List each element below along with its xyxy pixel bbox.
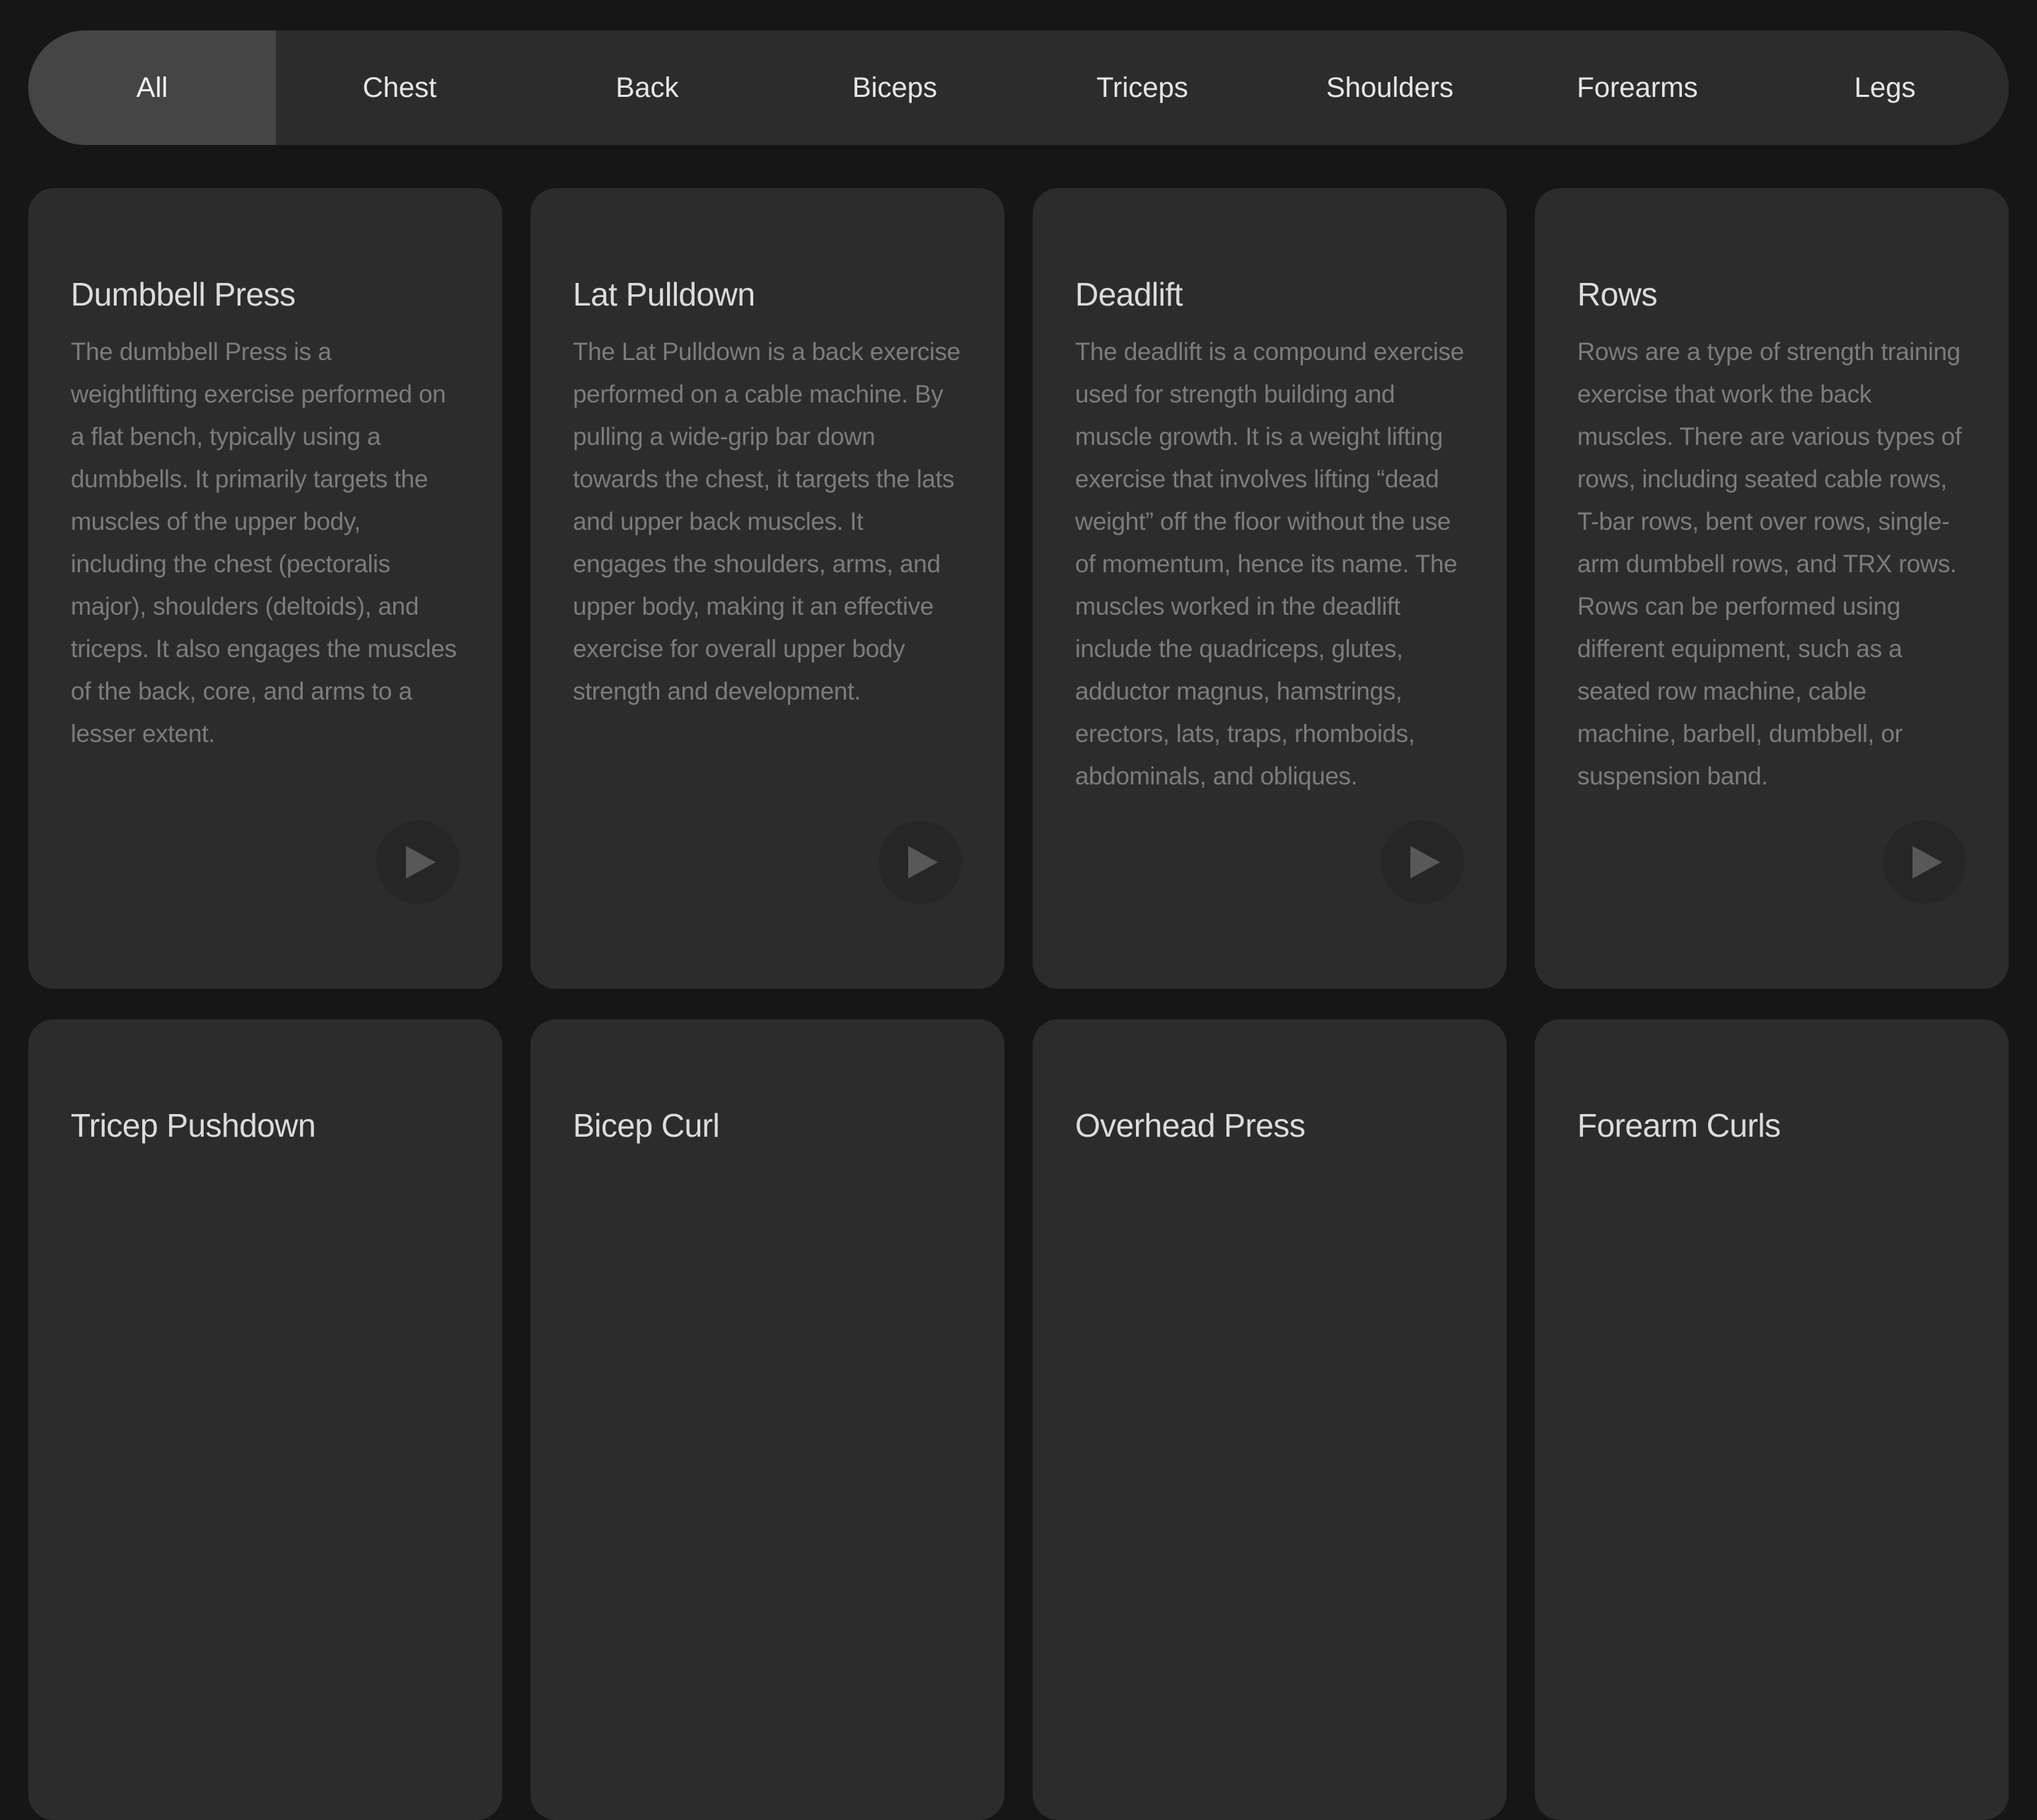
play-button[interactable] (1381, 821, 1464, 904)
exercise-card-bicep-curl[interactable]: Bicep Curl (530, 1019, 1004, 1820)
play-icon (1913, 846, 1942, 879)
exercise-card-dumbbell-press[interactable]: Dumbbell Press The dumbbell Press is a w… (28, 188, 502, 989)
exercise-card-tricep-pushdown[interactable]: Tricep Pushdown (28, 1019, 502, 1820)
play-icon (406, 846, 436, 879)
tab-forearms[interactable]: Forearms (1514, 30, 1761, 145)
exercise-card-rows[interactable]: Rows Rows are a type of strength trainin… (1535, 188, 2009, 989)
tab-chest[interactable]: Chest (276, 30, 523, 145)
exercise-card-deadlift[interactable]: Deadlift The deadlift is a compound exer… (1033, 188, 1507, 989)
play-button[interactable] (1883, 821, 1966, 904)
exercise-description: The deadlift is a compound exercise used… (1075, 338, 1464, 790)
tab-biceps[interactable]: Biceps (771, 30, 1018, 145)
exercise-card-overhead-press[interactable]: Overhead Press (1033, 1019, 1507, 1820)
tab-back[interactable]: Back (523, 30, 771, 145)
exercise-grid: Dumbbell Press The dumbbell Press is a w… (28, 188, 2009, 1820)
exercise-description: The dumbbell Press is a weightlifting ex… (71, 338, 457, 748)
play-icon (1410, 846, 1440, 879)
tab-shoulders[interactable]: Shoulders (1266, 30, 1514, 145)
exercise-title: Forearm Curls (1577, 1107, 1781, 1144)
exercise-description: Rows are a type of strength training exe… (1577, 338, 1962, 790)
tab-triceps[interactable]: Triceps (1018, 30, 1266, 145)
exercise-description: The Lat Pulldown is a back exercise perf… (573, 338, 961, 705)
play-button[interactable] (376, 821, 460, 904)
tab-all[interactable]: All (28, 30, 276, 145)
play-icon (908, 846, 938, 879)
exercise-card-forearm-curls[interactable]: Forearm Curls (1535, 1019, 2009, 1820)
exercise-title: Tricep Pushdown (71, 1107, 316, 1144)
tab-legs[interactable]: Legs (1761, 30, 2009, 145)
exercise-title: Lat Pulldown (573, 276, 755, 313)
exercise-card-lat-pulldown[interactable]: Lat Pulldown The Lat Pulldown is a back … (530, 188, 1004, 989)
play-button[interactable] (878, 821, 962, 904)
exercise-title: Dumbbell Press (71, 276, 296, 313)
exercise-title: Deadlift (1075, 276, 1183, 313)
category-tabs: All Chest Back Biceps Triceps Shoulders … (28, 30, 2009, 145)
exercise-title: Bicep Curl (573, 1107, 720, 1144)
exercise-title: Overhead Press (1075, 1107, 1306, 1144)
exercise-title: Rows (1577, 276, 1658, 313)
